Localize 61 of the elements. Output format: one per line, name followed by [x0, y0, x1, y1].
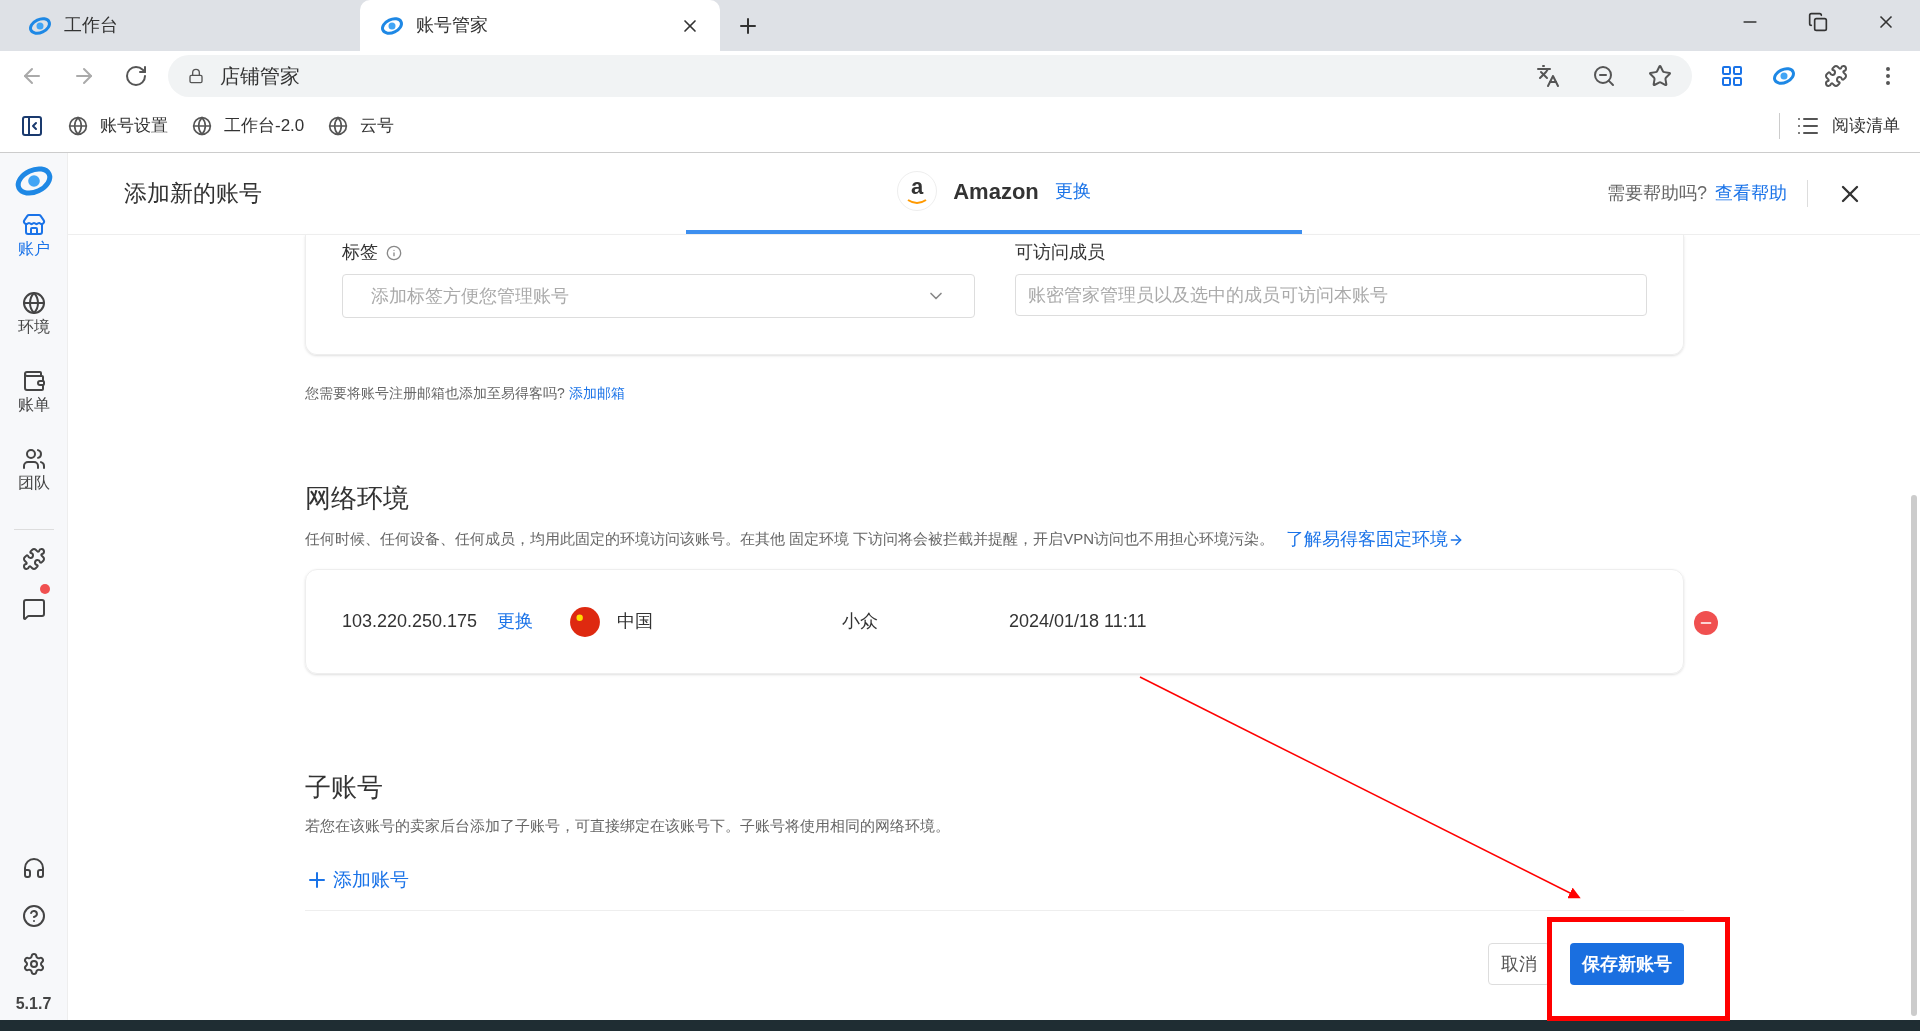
browser-tab[interactable]: 账号管家: [360, 0, 720, 51]
section-heading: 网络环境: [305, 482, 410, 515]
add-email-link[interactable]: 添加邮箱: [568, 383, 625, 404]
sidebar-toggle-icon[interactable]: [20, 114, 44, 138]
email-note: 您需要将账号注册邮箱也添加至易得客吗?: [305, 384, 565, 403]
lock-icon: [188, 67, 204, 84]
platform-name: Amazon: [953, 177, 1039, 206]
grid-icon[interactable]: [1720, 63, 1744, 88]
globe-icon: [68, 116, 88, 136]
sidebar-item[interactable]: 环境: [17, 291, 50, 369]
section-heading: 子账号: [305, 771, 384, 804]
info-icon: [386, 244, 402, 261]
change-platform-link[interactable]: 更换: [1054, 177, 1091, 205]
save-button[interactable]: 保存新账号: [1570, 943, 1684, 985]
wallet-icon: [21, 369, 46, 393]
help-link[interactable]: 查看帮助: [1715, 180, 1808, 207]
remove-icon[interactable]: [1694, 611, 1718, 635]
sidebar-item[interactable]: 团队: [17, 447, 50, 525]
reading-list-button[interactable]: 阅读清单: [1779, 113, 1900, 139]
country: 中国: [617, 610, 654, 633]
store-icon: [21, 213, 46, 237]
field-label: 标签: [342, 241, 378, 264]
field-label: 可访问成员: [1014, 241, 1106, 264]
created-date: 2024/01/18 11:11: [1009, 610, 1147, 633]
change-ip-link[interactable]: 更换: [497, 608, 569, 635]
team-icon: [21, 447, 46, 471]
platform-tab[interactable]: a Amazon 更换: [686, 152, 1302, 234]
globe-icon: [328, 116, 349, 136]
bookmark[interactable]: 账号设置: [68, 113, 168, 139]
restore-icon[interactable]: [1808, 12, 1828, 32]
sidebar-item[interactable]: 账单: [17, 369, 50, 447]
settings-icon[interactable]: [21, 952, 46, 976]
address-text: 店铺管家: [220, 63, 301, 89]
section-description: 任何时候、任何设备、任何成员，均用此固定的环境访问该账号。在其他 固定环境 下访问将会被拦截并提醒，开启VPN访问也不用担心环境污染。: [305, 529, 1275, 550]
sidebar-item[interactable]: 账户: [17, 213, 50, 291]
version-label: 5.1.7: [15, 994, 52, 1014]
bookmark[interactable]: 云号: [328, 113, 395, 139]
ip-address: 103.220.250.175: [342, 610, 479, 633]
reload-icon[interactable]: [124, 63, 148, 88]
members-field[interactable]: 账密管家管理员以及选中的成员可访问本账号: [1014, 274, 1647, 316]
globe-icon: [192, 116, 212, 136]
address-bar[interactable]: 店铺管家: [168, 54, 1692, 97]
browser-tab[interactable]: 工作台: [0, 0, 360, 51]
bookmark[interactable]: 工作台-2.0: [192, 113, 305, 139]
translate-icon[interactable]: [1536, 63, 1560, 88]
section-description: 若您在该账号的卖家后台添加了子账号，可直接绑定在该账号下。子账号将使用相同的网络环境。: [305, 816, 951, 836]
page-title: 添加新的账号: [124, 179, 262, 209]
support-icon[interactable]: [21, 856, 46, 880]
help-prompt: 需要帮助吗?: [1607, 182, 1707, 205]
plugin-icon[interactable]: [21, 547, 46, 571]
flag-icon: [569, 605, 601, 638]
scrollbar-thumb[interactable]: [1911, 495, 1917, 1016]
learn-more-link[interactable]: 了解易得客固定环境: [1286, 526, 1465, 553]
zoom-out-icon[interactable]: [1592, 63, 1616, 88]
star-icon[interactable]: [1648, 63, 1672, 88]
add-account-link[interactable]: 添加账号: [305, 865, 409, 894]
network-type: 小众: [842, 610, 879, 633]
extensions-icon[interactable]: [1824, 63, 1848, 88]
globe-icon: [21, 291, 46, 315]
message-icon[interactable]: [21, 597, 46, 621]
help-icon[interactable]: [21, 904, 46, 928]
